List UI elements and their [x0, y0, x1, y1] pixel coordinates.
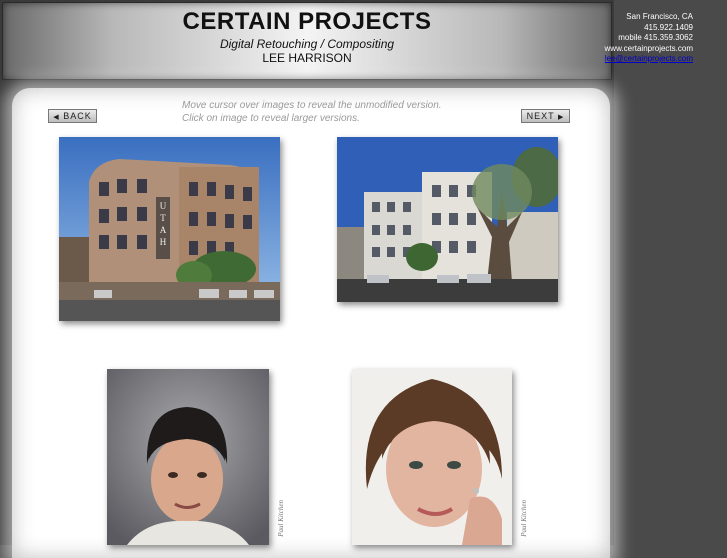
svg-text:U: U: [160, 201, 167, 211]
photo-portrait-woman-2[interactable]: [352, 369, 512, 545]
contact-website: www.certainprojects.com: [604, 43, 693, 53]
instructions-line-1: Move cursor over images to reveal the un…: [182, 100, 442, 111]
contact-mobile: mobile 415.359.3062: [618, 33, 693, 42]
site-owner: LEE HARRISON: [262, 51, 352, 65]
svg-text:H: H: [160, 237, 167, 247]
street-scene-image: [337, 137, 558, 302]
portrait-woman-1-image: [107, 369, 269, 545]
site-subtitle: Digital Retouching / Compositing: [219, 37, 395, 51]
back-button-label: BACK: [63, 111, 92, 121]
contact-block: San Francisco, CA 415.922.1409 mobile 41…: [605, 12, 693, 65]
photo-street-scene[interactable]: [337, 137, 558, 302]
photo-credit-1: Paul Kitchen: [277, 500, 285, 537]
utah-hotel-image: U T A H: [59, 137, 280, 321]
back-arrow-icon: ◀: [53, 114, 60, 121]
contact-phone: 415.922.1409: [644, 22, 693, 32]
svg-text:A: A: [160, 225, 167, 235]
photo-credit-2: Paul Kitchen: [520, 500, 528, 537]
photo-portrait-woman-1[interactable]: [107, 369, 269, 545]
svg-text:T: T: [160, 213, 166, 223]
contact-email-link[interactable]: lee@certainprojects.com: [605, 54, 693, 65]
next-arrow-icon: ▶: [557, 114, 565, 121]
next-button-label: NEXT: [526, 111, 555, 121]
instructions-text: Move cursor over images to reveal the un…: [182, 99, 482, 125]
portrait-woman-2-image: [352, 369, 512, 545]
site-title: CERTAIN PROJECTS: [182, 8, 432, 35]
back-button[interactable]: ◀ BACK: [48, 109, 97, 123]
contact-location: San Francisco, CA: [626, 12, 693, 21]
next-button[interactable]: NEXT ▶: [521, 109, 570, 123]
photo-utah-hotel[interactable]: U T A H: [59, 137, 280, 321]
instructions-line-2: Click on image to reveal larger versions…: [182, 113, 360, 124]
